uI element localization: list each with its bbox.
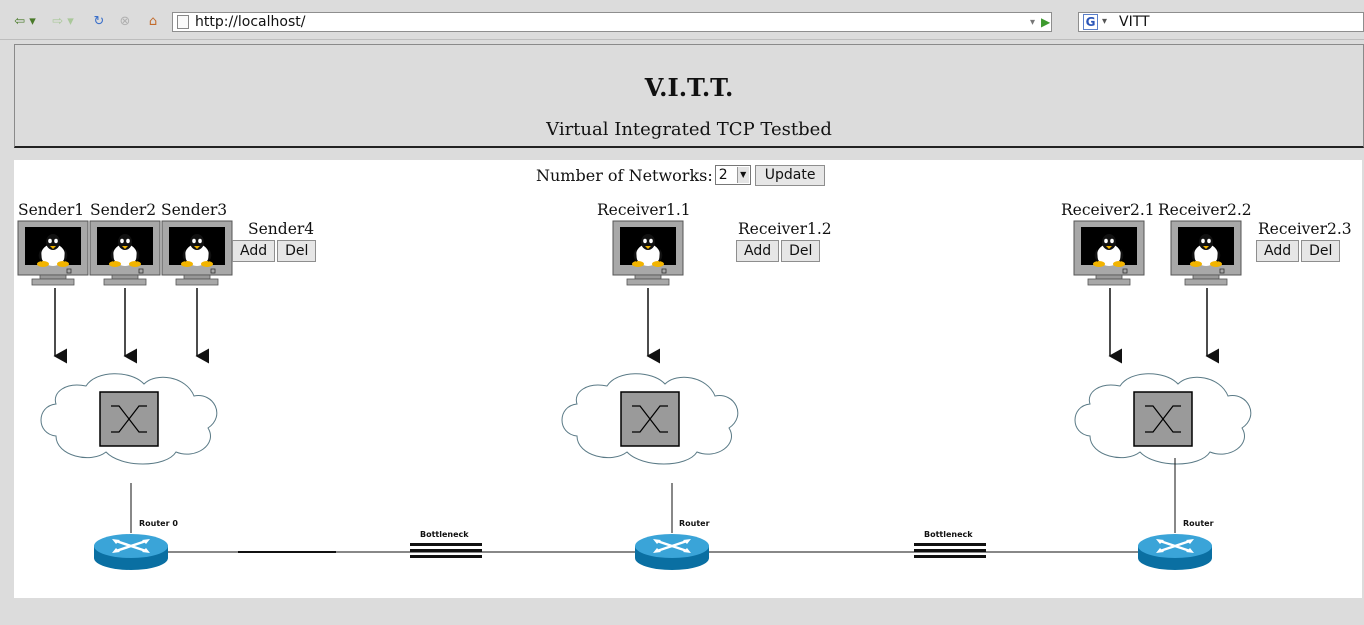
page-icon [177,15,189,29]
sender2-label: Sender2 [90,201,157,219]
add-sender-button[interactable]: Add [232,240,276,262]
switch-cloud-2-icon[interactable] [1074,372,1252,465]
search-text: VITT [1119,14,1150,30]
network1-host-buttons: Add Del [736,240,821,262]
sender3-label: Sender3 [161,201,228,219]
receiver2-3-label: Receiver2.3 [1258,220,1352,238]
network-count-value: 2 [718,167,728,183]
receiver1-1-monitor-icon[interactable] [612,220,684,286]
home-icon: ⌂ [148,13,158,29]
del-receiver1-button[interactable]: Del [781,240,821,262]
sender2-monitor-icon[interactable] [89,220,161,286]
network-count-control: Number of Networks: 2 ▼ Update [536,164,826,186]
page-header: V.I.T.T. Virtual Integrated TCP Testbed [14,44,1364,148]
add-receiver2-button[interactable]: Add [1256,240,1300,262]
receiver2-2-monitor-icon[interactable] [1170,220,1242,286]
page-subtitle: Virtual Integrated TCP Testbed [546,119,832,140]
switch-cloud-1-icon[interactable] [561,372,739,465]
forward-icon: ⇨ ▾ [52,13,74,29]
network-count-select[interactable]: 2 ▼ [714,165,751,185]
del-sender-button[interactable]: Del [277,240,317,262]
forward-button[interactable]: ⇨ ▾ [46,12,80,30]
switch-cloud-0-icon[interactable] [40,372,218,465]
add-receiver1-button[interactable]: Add [736,240,780,262]
bottleneck-1-label: Bottleneck [420,530,469,539]
receiver1-2-label: Receiver1.2 [738,220,832,238]
network-count-label: Number of Networks: [536,165,713,185]
page-title: V.I.T.T. [644,73,734,102]
router-1-label: Router [679,519,710,528]
bottleneck-2-icon[interactable] [914,543,986,558]
url-dropdown-icon[interactable]: ▾ [1030,17,1035,28]
url-bar[interactable]: http://localhost/ [172,12,1052,32]
stop-button[interactable]: ⊗ [116,12,134,30]
topology-diagram [17,220,1252,572]
network2-host-buttons: Add Del [1256,240,1341,262]
sender3-monitor-icon[interactable] [161,220,233,286]
del-receiver2-button[interactable]: Del [1301,240,1341,262]
network0-host-buttons: Add Del [232,240,317,262]
topology-panel: Number of Networks: 2 ▼ Update Sender1 S… [14,160,1362,598]
go-icon[interactable]: ▶ [1041,15,1050,29]
search-bar[interactable]: G ▾ VITT [1078,12,1364,32]
receiver2-1-monitor-icon[interactable] [1073,220,1145,286]
browser-toolbar: ⇦ ▾ ⇨ ▾ ↻ ⊗ ⌂ http://localhost/ ▾ ▶ G ▾ … [0,0,1364,40]
search-engine-dropdown-icon[interactable]: ▾ [1102,13,1107,31]
reload-icon: ↻ [93,13,105,29]
router-0-icon[interactable] [92,532,170,572]
stop-icon: ⊗ [119,13,131,29]
update-button[interactable]: Update [754,164,826,186]
back-icon: ⇦ ▾ [14,13,36,29]
router-2-label: Router [1183,519,1214,528]
back-button[interactable]: ⇦ ▾ [8,12,42,30]
sender1-label: Sender1 [18,201,85,219]
url-text: http://localhost/ [195,14,306,30]
receiver2-1-label: Receiver2.1 [1061,201,1155,219]
router-2-icon[interactable] [1136,532,1214,572]
bottleneck-1-icon[interactable] [410,543,482,558]
bottleneck-2-label: Bottleneck [924,530,973,539]
receiver2-2-label: Receiver2.2 [1158,201,1252,219]
receiver1-1-label: Receiver1.1 [597,201,691,219]
google-icon[interactable]: G [1083,14,1098,30]
chevron-down-icon: ▼ [736,167,749,183]
sender4-label: Sender4 [248,220,315,238]
home-button[interactable]: ⌂ [143,12,163,30]
sender1-monitor-icon[interactable] [17,220,89,286]
router-1-icon[interactable] [633,532,711,572]
router-0-label: Router 0 [139,519,178,528]
url-controls: ▾ ▶ [1030,13,1074,31]
reload-button[interactable]: ↻ [90,12,108,30]
